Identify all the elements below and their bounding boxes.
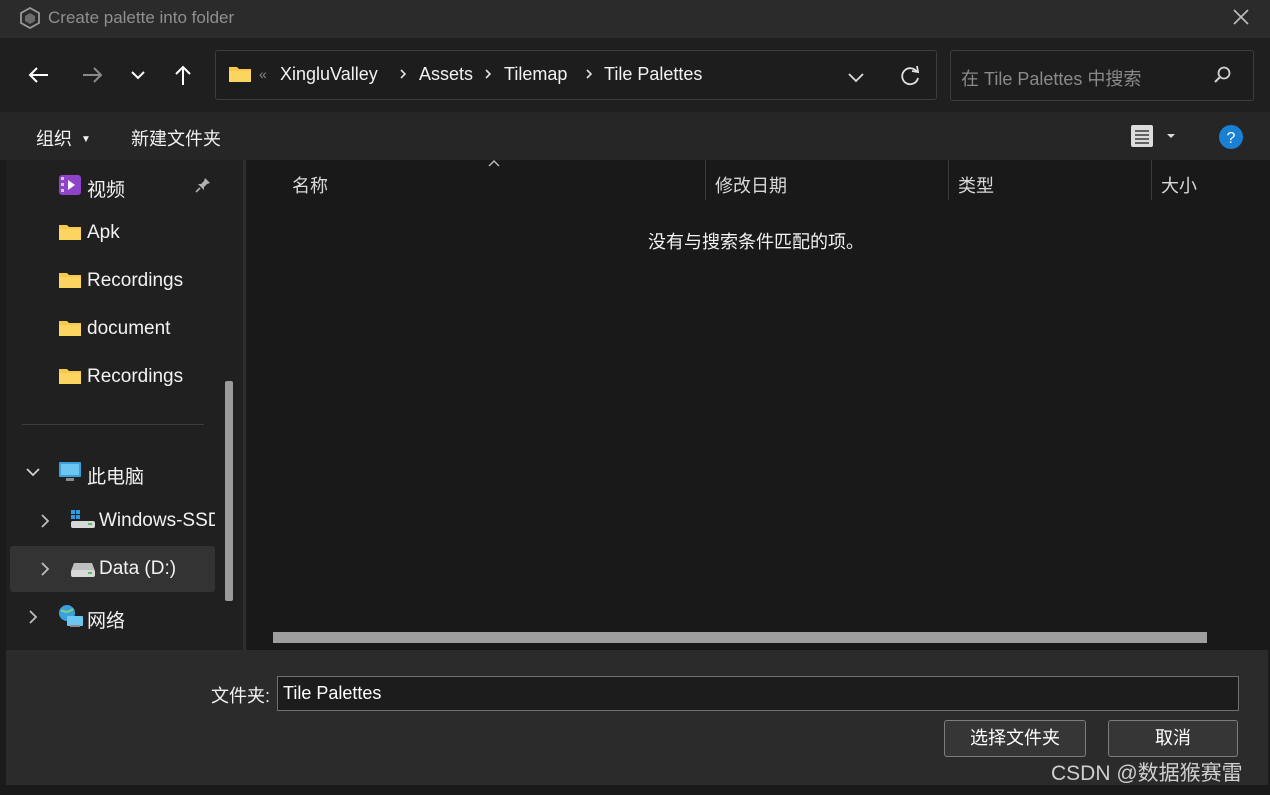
search-icon <box>1212 64 1234 86</box>
chevron-right-icon <box>400 69 407 79</box>
sort-ascending-icon <box>487 158 501 168</box>
organize-label: 组织 <box>36 129 72 149</box>
refresh-button[interactable] <box>896 62 924 90</box>
computer-icon <box>58 461 82 483</box>
chevron-right-icon <box>41 562 50 576</box>
column-separator[interactable] <box>1151 160 1152 200</box>
sidebar-item-recordings-2[interactable]: Recordings <box>87 366 183 388</box>
arrow-up-icon <box>175 65 191 85</box>
sidebar-divider <box>22 424 204 425</box>
watermark: CSDN @数据猴赛雷 <box>1051 762 1243 785</box>
arrow-right-icon <box>83 67 103 83</box>
help-button[interactable]: ? <box>1218 124 1244 150</box>
column-header-modified[interactable]: 修改日期 <box>715 172 787 198</box>
breadcrumb-item[interactable]: Assets <box>419 64 473 85</box>
chevron-right-icon <box>41 514 50 528</box>
sidebar-item-network[interactable]: 网络 <box>87 606 125 633</box>
chevron-right-icon <box>586 69 593 79</box>
folder-icon <box>58 270 82 290</box>
breadcrumb-separator <box>398 64 408 84</box>
refresh-icon <box>901 65 920 86</box>
cancel-button[interactable]: 取消 <box>1108 720 1238 757</box>
video-folder-icon <box>58 173 82 197</box>
arrow-left-icon <box>28 67 48 83</box>
sidebar-item-data-drive[interactable]: Data (D:) <box>99 558 176 580</box>
list-view-icon <box>1131 125 1175 147</box>
select-folder-button[interactable]: 选择文件夹 <box>944 720 1086 757</box>
sidebar-item-this-pc[interactable]: 此电脑 <box>87 462 144 489</box>
folder-name-input[interactable] <box>277 676 1239 711</box>
expand-this-pc-button[interactable] <box>24 463 42 481</box>
forward-button[interactable] <box>75 58 109 92</box>
expand-drive-button[interactable] <box>36 512 54 530</box>
expand-drive-button[interactable] <box>36 560 54 578</box>
folder-field-label: 文件夹: <box>211 686 271 706</box>
sidebar-item-recordings[interactable]: Recordings <box>87 270 183 292</box>
breadcrumb-overflow[interactable]: « <box>259 66 267 82</box>
pin-icon[interactable] <box>194 176 212 194</box>
drive-icon <box>70 560 96 578</box>
organize-menu[interactable]: 组织 ▼ <box>36 125 91 151</box>
sidebar-item-windows-ssd[interactable]: Windows-SSD <box>99 510 215 532</box>
pane-divider[interactable] <box>243 160 246 650</box>
chevron-right-icon <box>485 69 492 79</box>
dropdown-caret-icon: ▼ <box>81 134 91 145</box>
windows-drive-icon <box>70 509 96 531</box>
network-icon <box>58 604 84 628</box>
chevron-down-icon <box>848 73 864 83</box>
expand-network-button[interactable] <box>24 608 42 626</box>
recent-locations-button[interactable] <box>121 58 155 92</box>
sidebar-scrollbar[interactable] <box>225 381 233 601</box>
breadcrumb-item-current[interactable]: Tile Palettes <box>604 64 702 85</box>
view-options-button[interactable] <box>1130 124 1180 148</box>
chevron-right-icon <box>29 610 38 624</box>
close-button[interactable] <box>1226 4 1256 32</box>
new-folder-button[interactable]: 新建文件夹 <box>131 125 221 151</box>
sidebar-item-document[interactable]: document <box>87 318 170 340</box>
help-icon: ? <box>1219 125 1243 149</box>
column-header-type[interactable]: 类型 <box>958 172 994 198</box>
breadcrumb-separator <box>483 64 493 84</box>
breadcrumb-item[interactable]: XingluValley <box>280 64 378 85</box>
column-header-size[interactable]: 大小 <box>1161 172 1197 198</box>
empty-folder-message: 没有与搜索条件匹配的项。 <box>648 232 864 252</box>
sidebar-item-videos[interactable]: 视频 <box>87 175 125 202</box>
window-title: Create palette into folder <box>48 8 235 27</box>
chevron-down-icon <box>131 71 145 80</box>
folder-icon <box>228 64 252 84</box>
back-button[interactable] <box>22 58 56 92</box>
sidebar-item-apk[interactable]: Apk <box>87 222 120 244</box>
folder-icon <box>58 366 82 386</box>
folder-icon <box>58 318 82 338</box>
column-header-name[interactable]: 名称 <box>292 172 328 198</box>
search-input[interactable]: 在 Tile Palettes 中搜索 <box>961 65 1141 91</box>
up-button[interactable] <box>166 58 200 92</box>
column-separator[interactable] <box>948 160 949 200</box>
horizontal-scrollbar[interactable] <box>273 632 1207 643</box>
unity-app-icon <box>20 7 40 29</box>
svg-text:?: ? <box>1227 130 1236 147</box>
breadcrumb-separator <box>584 64 594 84</box>
address-history-button[interactable] <box>843 64 869 90</box>
close-icon <box>1233 9 1249 25</box>
folder-icon <box>58 222 82 242</box>
breadcrumb-item[interactable]: Tilemap <box>504 64 567 85</box>
column-separator[interactable] <box>705 160 706 200</box>
chevron-down-icon <box>26 468 40 477</box>
